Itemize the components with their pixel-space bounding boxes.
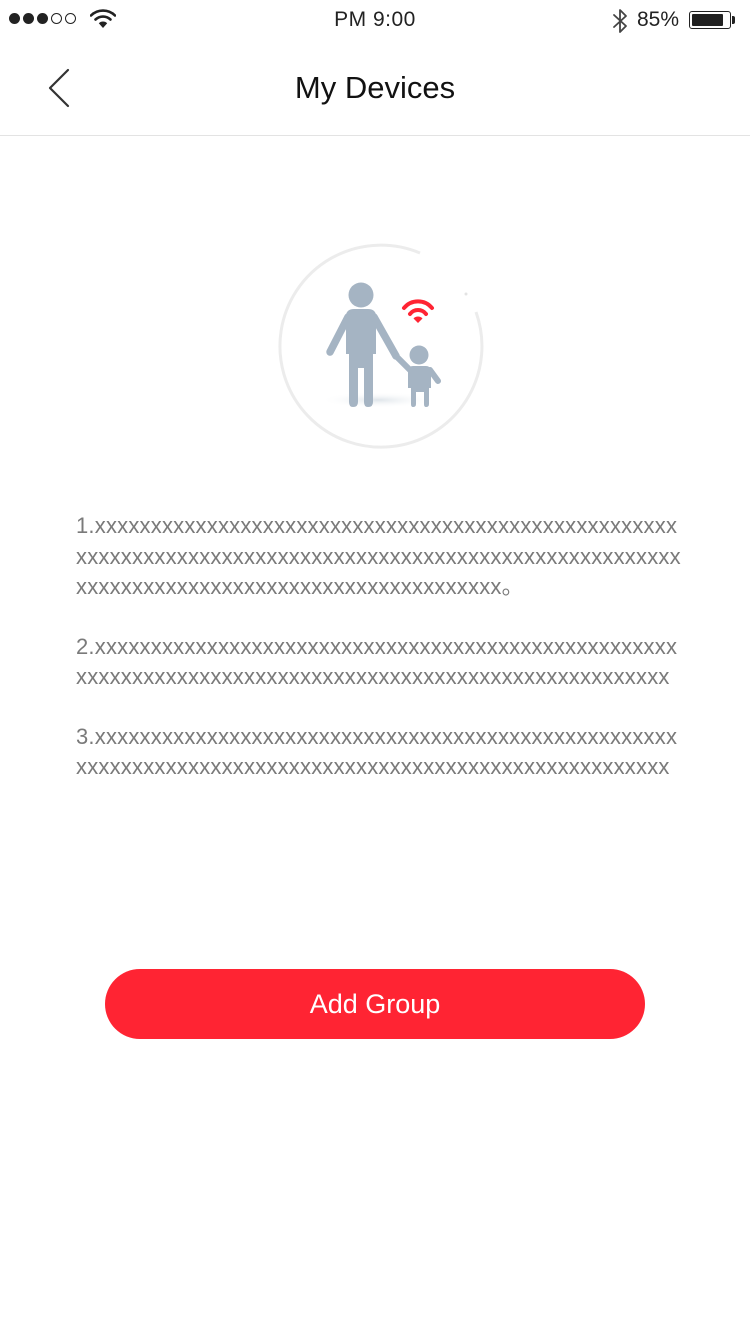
status-bar: PM 9:00 85% [0, 0, 750, 40]
navigation-bar: My Devices [0, 40, 750, 136]
battery-icon [689, 11, 731, 29]
bluetooth-icon [611, 8, 629, 39]
wifi-signal-icon [402, 299, 434, 323]
battery-percent: 85% [637, 8, 680, 31]
instruction-item-3: 3.xxxxxxxxxxxxxxxxxxxxxxxxxxxxxxxxxxxxxx… [76, 723, 678, 780]
battery-tip [732, 16, 735, 24]
instruction-item-1: 1.xxxxxxxxxxxxxxxxxxxxxxxxxxxxxxxxxxxxxx… [76, 513, 681, 599]
parent-child-wifi-icon [278, 242, 488, 452]
add-group-button[interactable]: Add Group [105, 969, 645, 1039]
page-title: My Devices [294, 70, 456, 105]
instruction-item-2: 2.xxxxxxxxxxxxxxxxxxxxxxxxxxxxxxxxxxxxxx… [76, 633, 678, 690]
instructions-list: 1.xxxxxxxxxxxxxxxxxxxxxxxxxxxxxxxxxxxxxx… [76, 511, 688, 812]
